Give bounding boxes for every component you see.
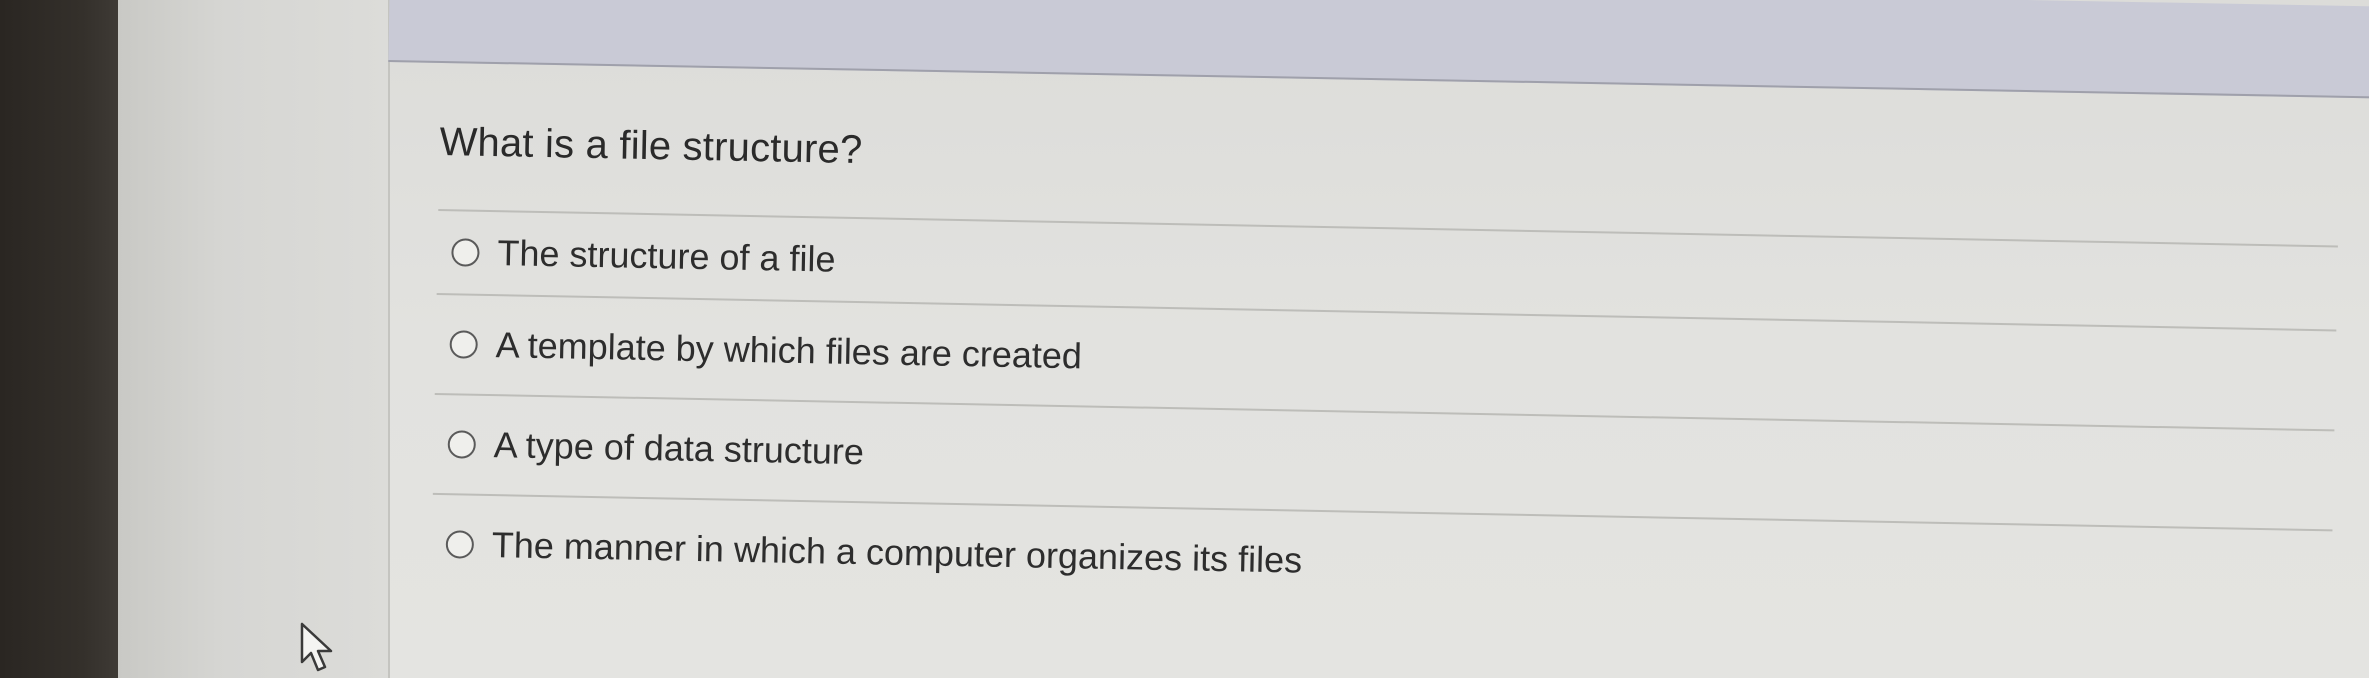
radio-button-icon[interactable] <box>447 430 477 459</box>
question-area: What is a file structure? The structure … <box>430 120 2340 630</box>
answer-option-label: The structure of a file <box>497 232 836 280</box>
radio-button-icon[interactable] <box>445 530 475 559</box>
mouse-pointer-icon <box>300 622 333 672</box>
answer-options: The structure of a file A template by wh… <box>430 208 2338 630</box>
answer-option-label: A type of data structure <box>493 424 865 473</box>
question-header-bar <box>388 0 2369 100</box>
answer-option-label: A template by which files are created <box>495 324 1083 377</box>
monitor-bezel <box>0 0 118 678</box>
page-gutter <box>118 0 388 678</box>
quiz-card: What is a file structure? The structure … <box>388 0 2369 678</box>
radio-button-icon[interactable] <box>451 238 480 267</box>
question-text: What is a file structure? <box>439 120 863 173</box>
answer-option-label: The manner in which a computer organizes… <box>491 524 1303 581</box>
radio-button-icon[interactable] <box>449 330 478 359</box>
